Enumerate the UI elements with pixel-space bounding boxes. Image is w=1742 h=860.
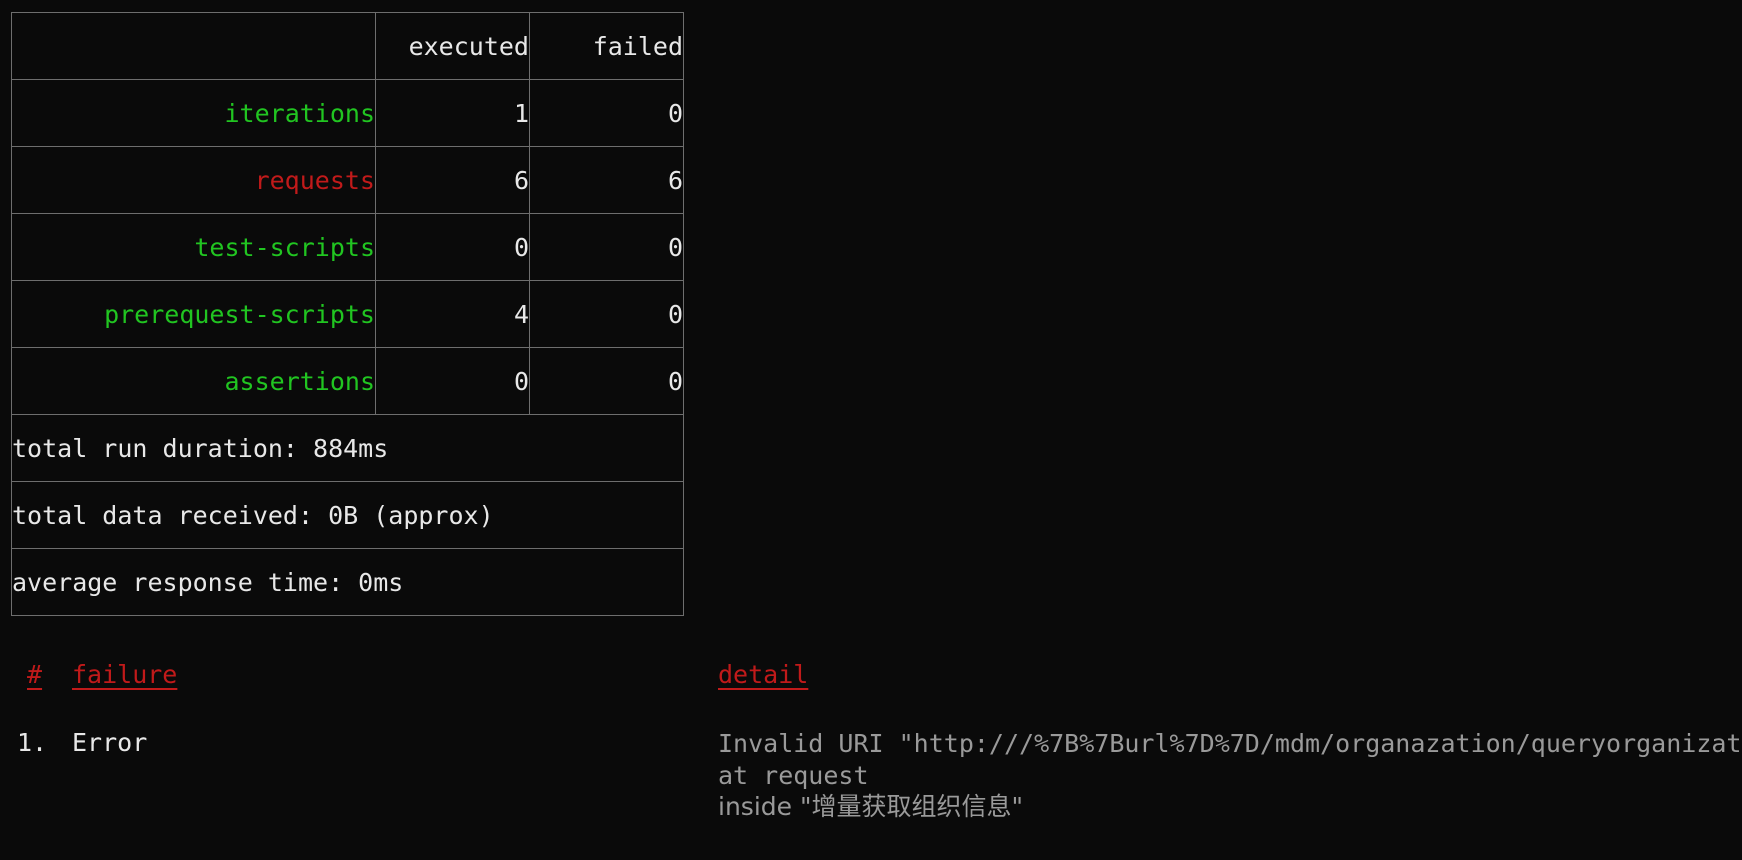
failures-header-failure: failure <box>72 660 178 689</box>
terminal-output-screen: executed failed iterations 1 0 requests 6 6 te… <box>0 0 1742 860</box>
summary-footer-row: total run duration: 884ms <box>11 414 684 482</box>
failures-list: 1. Error Invalid URI "http:///%7B%7Burl%7D… <box>0 728 1742 838</box>
failure-detail: Invalid URI "http:///%7B%7Burl%7D%7D/mdm… <box>718 728 1742 823</box>
summary-row-label: test-scripts <box>11 213 376 281</box>
summary-row-label: requests <box>11 146 376 214</box>
failure-detail-line: Invalid URI "http:///%7B%7Burl%7D%7D/mdm… <box>718 729 1742 758</box>
failure-row: 1. Error Invalid URI "http:///%7B%7Burl%7D… <box>0 728 1742 838</box>
summary-row-failed: 0 <box>529 213 684 281</box>
summary-row: prerequest-scripts 4 0 <box>11 280 684 348</box>
failures-section: # failure detail 1. Error Invalid URI "htt… <box>0 660 1742 838</box>
failure-index: 1. <box>17 728 48 757</box>
summary-row: requests 6 6 <box>11 146 684 214</box>
failures-header-index: # <box>27 660 43 689</box>
summary-header-executed: executed <box>375 12 530 80</box>
summary-header-blank <box>11 12 376 80</box>
summary-row-executed: 1 <box>375 79 530 147</box>
run-summary-table: executed failed iterations 1 0 requests 6 6 te… <box>11 12 684 616</box>
summary-footer-text: total run duration: 884ms <box>11 414 684 482</box>
failure-detail-line: inside "增量获取组织信息" <box>718 792 1023 821</box>
summary-footer-text: total data received: 0B (approx) <box>11 481 684 549</box>
failure-name: Error <box>72 728 148 757</box>
summary-row-failed: 6 <box>529 146 684 214</box>
summary-footer-row: total data received: 0B (approx) <box>11 481 684 549</box>
summary-row-label: iterations <box>11 79 376 147</box>
summary-row-failed: 0 <box>529 347 684 415</box>
summary-header-failed: failed <box>529 12 684 80</box>
summary-row-executed: 0 <box>375 213 530 281</box>
summary-row-executed: 6 <box>375 146 530 214</box>
summary-row: assertions 0 0 <box>11 347 684 415</box>
summary-row-failed: 0 <box>529 280 684 348</box>
summary-footer-row: average response time: 0ms <box>11 548 684 616</box>
summary-table-head: executed failed <box>11 12 684 80</box>
failures-header-row: # failure detail <box>0 660 1742 706</box>
summary-row-failed: 0 <box>529 79 684 147</box>
summary-row-executed: 0 <box>375 347 530 415</box>
summary-header-row: executed failed <box>11 12 684 80</box>
summary-row-label: assertions <box>11 347 376 415</box>
failures-header-detail: detail <box>718 660 809 689</box>
summary-table-foot: total run duration: 884ms total data rece… <box>11 414 684 616</box>
summary-table-body: iterations 1 0 requests 6 6 test-scripts 0 0 prer… <box>11 79 684 415</box>
run-summary-table-container: executed failed iterations 1 0 requests 6 6 te… <box>11 12 684 616</box>
summary-row-executed: 4 <box>375 280 530 348</box>
summary-row: test-scripts 0 0 <box>11 213 684 281</box>
failure-detail-line: at request <box>718 760 869 790</box>
summary-row-label: prerequest-scripts <box>11 280 376 348</box>
summary-row: iterations 1 0 <box>11 79 684 147</box>
summary-footer-text: average response time: 0ms <box>11 548 684 616</box>
